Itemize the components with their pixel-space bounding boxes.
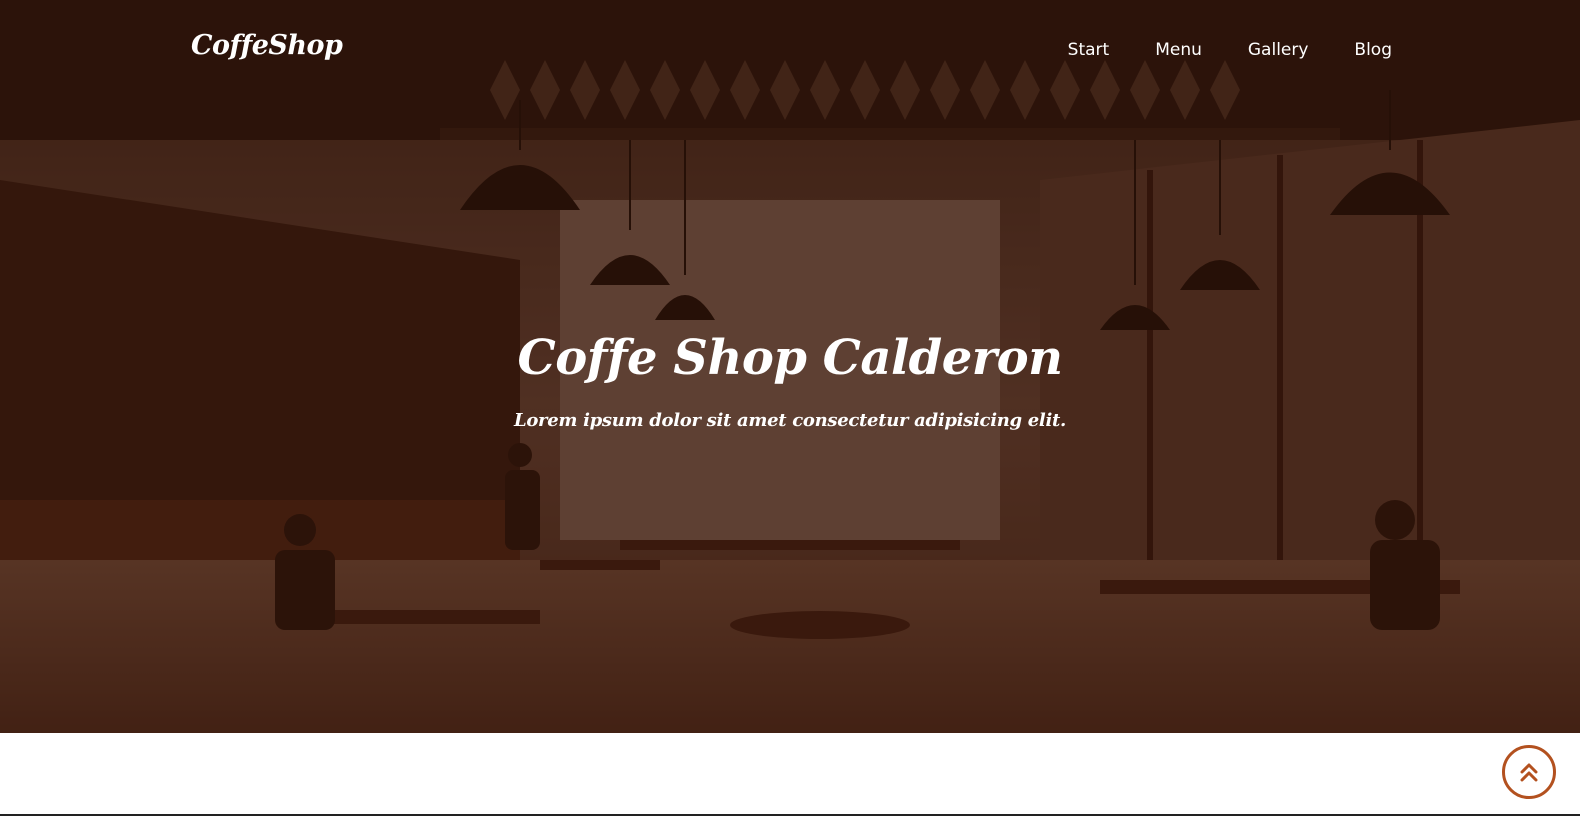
- scroll-to-top-button[interactable]: [1502, 745, 1556, 799]
- nav-link-blog[interactable]: Blog: [1354, 40, 1392, 60]
- site-logo[interactable]: CoffeShop: [191, 30, 343, 61]
- nav-link-gallery[interactable]: Gallery: [1248, 40, 1309, 60]
- site-header: CoffeShop Start Menu Gallery Blog: [0, 0, 1580, 100]
- main-nav: Start Menu Gallery Blog: [1022, 40, 1392, 60]
- double-chevron-up-icon: [1520, 763, 1538, 782]
- hero-title: Coffe Shop Calderon: [517, 330, 1063, 386]
- hero-subtitle: Lorem ipsum dolor sit amet consectetur a…: [514, 410, 1066, 431]
- page: CoffeShop Start Menu Gallery Blog Coffe …: [0, 0, 1580, 816]
- nav-link-start[interactable]: Start: [1068, 40, 1110, 60]
- nav-link-menu[interactable]: Menu: [1155, 40, 1202, 60]
- hero-section: CoffeShop Start Menu Gallery Blog Coffe …: [0, 0, 1580, 733]
